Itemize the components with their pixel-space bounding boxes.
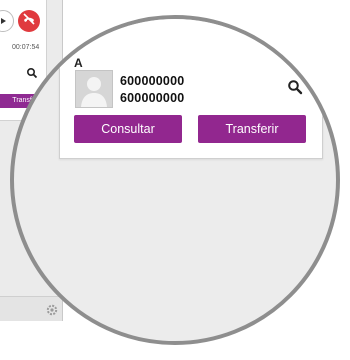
play-icon [0,12,7,30]
search-icon[interactable] [287,79,303,95]
hangup-icon [22,12,36,31]
screen: 00:07:54 Transferir A 600000000 60000000… [0,0,350,360]
magnifier-lens: A 600000000 600000000 Consultar Transfer… [10,15,340,345]
contact-number-secondary: 600000000 [120,91,185,105]
call-timer: 00:07:54 [12,44,40,51]
consult-button[interactable]: Consultar [74,115,182,143]
panel-footer [0,296,62,321]
avatar-placeholder-icon [76,71,112,107]
play-button[interactable] [0,10,14,32]
avatar [75,70,113,108]
search-icon[interactable] [26,66,38,79]
contact-initial: A [74,56,83,70]
contact-number-primary: 600000000 [120,74,185,88]
transfer-button[interactable]: Transferir [198,115,306,143]
gear-icon[interactable] [46,303,58,316]
hangup-button[interactable] [18,10,40,32]
contact-card-zoomed: A 600000000 600000000 Consultar Transfer… [59,19,323,159]
